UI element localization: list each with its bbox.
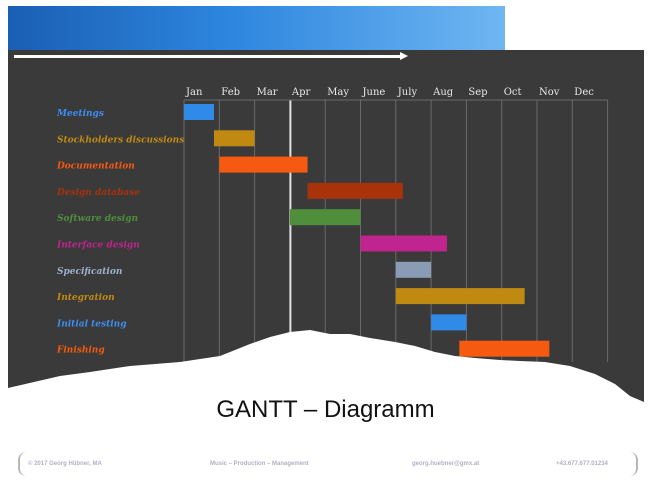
task-bar xyxy=(219,156,308,173)
task-label: Documentation xyxy=(56,162,135,172)
task-label: Interface design xyxy=(56,241,140,251)
task-bar xyxy=(184,104,215,120)
task-label: Software design xyxy=(57,214,138,224)
task-bar xyxy=(395,261,432,278)
footer-course: Music – Production – Management xyxy=(210,461,309,467)
month-label: Nov xyxy=(539,87,560,98)
task-label: Design database xyxy=(56,188,140,198)
footer: © 2017 Georg Hübner, MA Music – Producti… xyxy=(18,452,638,476)
slide: Jan Feb Mar Apr May June July Aug Sep Oct Nov Dec M… xyxy=(0,0,651,488)
task-bar xyxy=(395,288,525,305)
task-bar xyxy=(214,130,255,147)
slide-subtitle: GANTT – Diagramm xyxy=(216,396,435,423)
task-bar xyxy=(289,209,361,226)
footer-email: georg.huebner@gmx.at xyxy=(412,461,480,467)
month-label: May xyxy=(327,87,349,98)
footer-phone: +43.677.677.01234 xyxy=(556,461,608,467)
month-label: Aug xyxy=(432,87,454,98)
month-label: Jan xyxy=(185,87,203,98)
task-bar xyxy=(360,235,447,252)
month-label: Dec xyxy=(574,87,594,98)
task-label: Finishing xyxy=(56,346,105,356)
month-label: Feb xyxy=(221,87,240,98)
task-bar xyxy=(307,182,403,199)
task-bar xyxy=(431,314,467,331)
month-label: Sep xyxy=(468,87,487,98)
month-label: Oct xyxy=(504,87,522,98)
month-label: July xyxy=(397,87,418,98)
month-label: Mar xyxy=(257,87,278,98)
task-label: Meetings xyxy=(56,109,104,119)
task-label: Integration xyxy=(56,293,115,303)
month-label: Apr xyxy=(291,87,311,98)
task-bar xyxy=(459,340,550,357)
task-label: Specification xyxy=(57,267,122,277)
month-label: June xyxy=(362,87,386,98)
task-label: Initial testing xyxy=(56,319,127,329)
task-label: Stockholders discussions xyxy=(57,135,184,145)
footer-author: © 2017 Georg Hübner, MA xyxy=(28,461,102,467)
